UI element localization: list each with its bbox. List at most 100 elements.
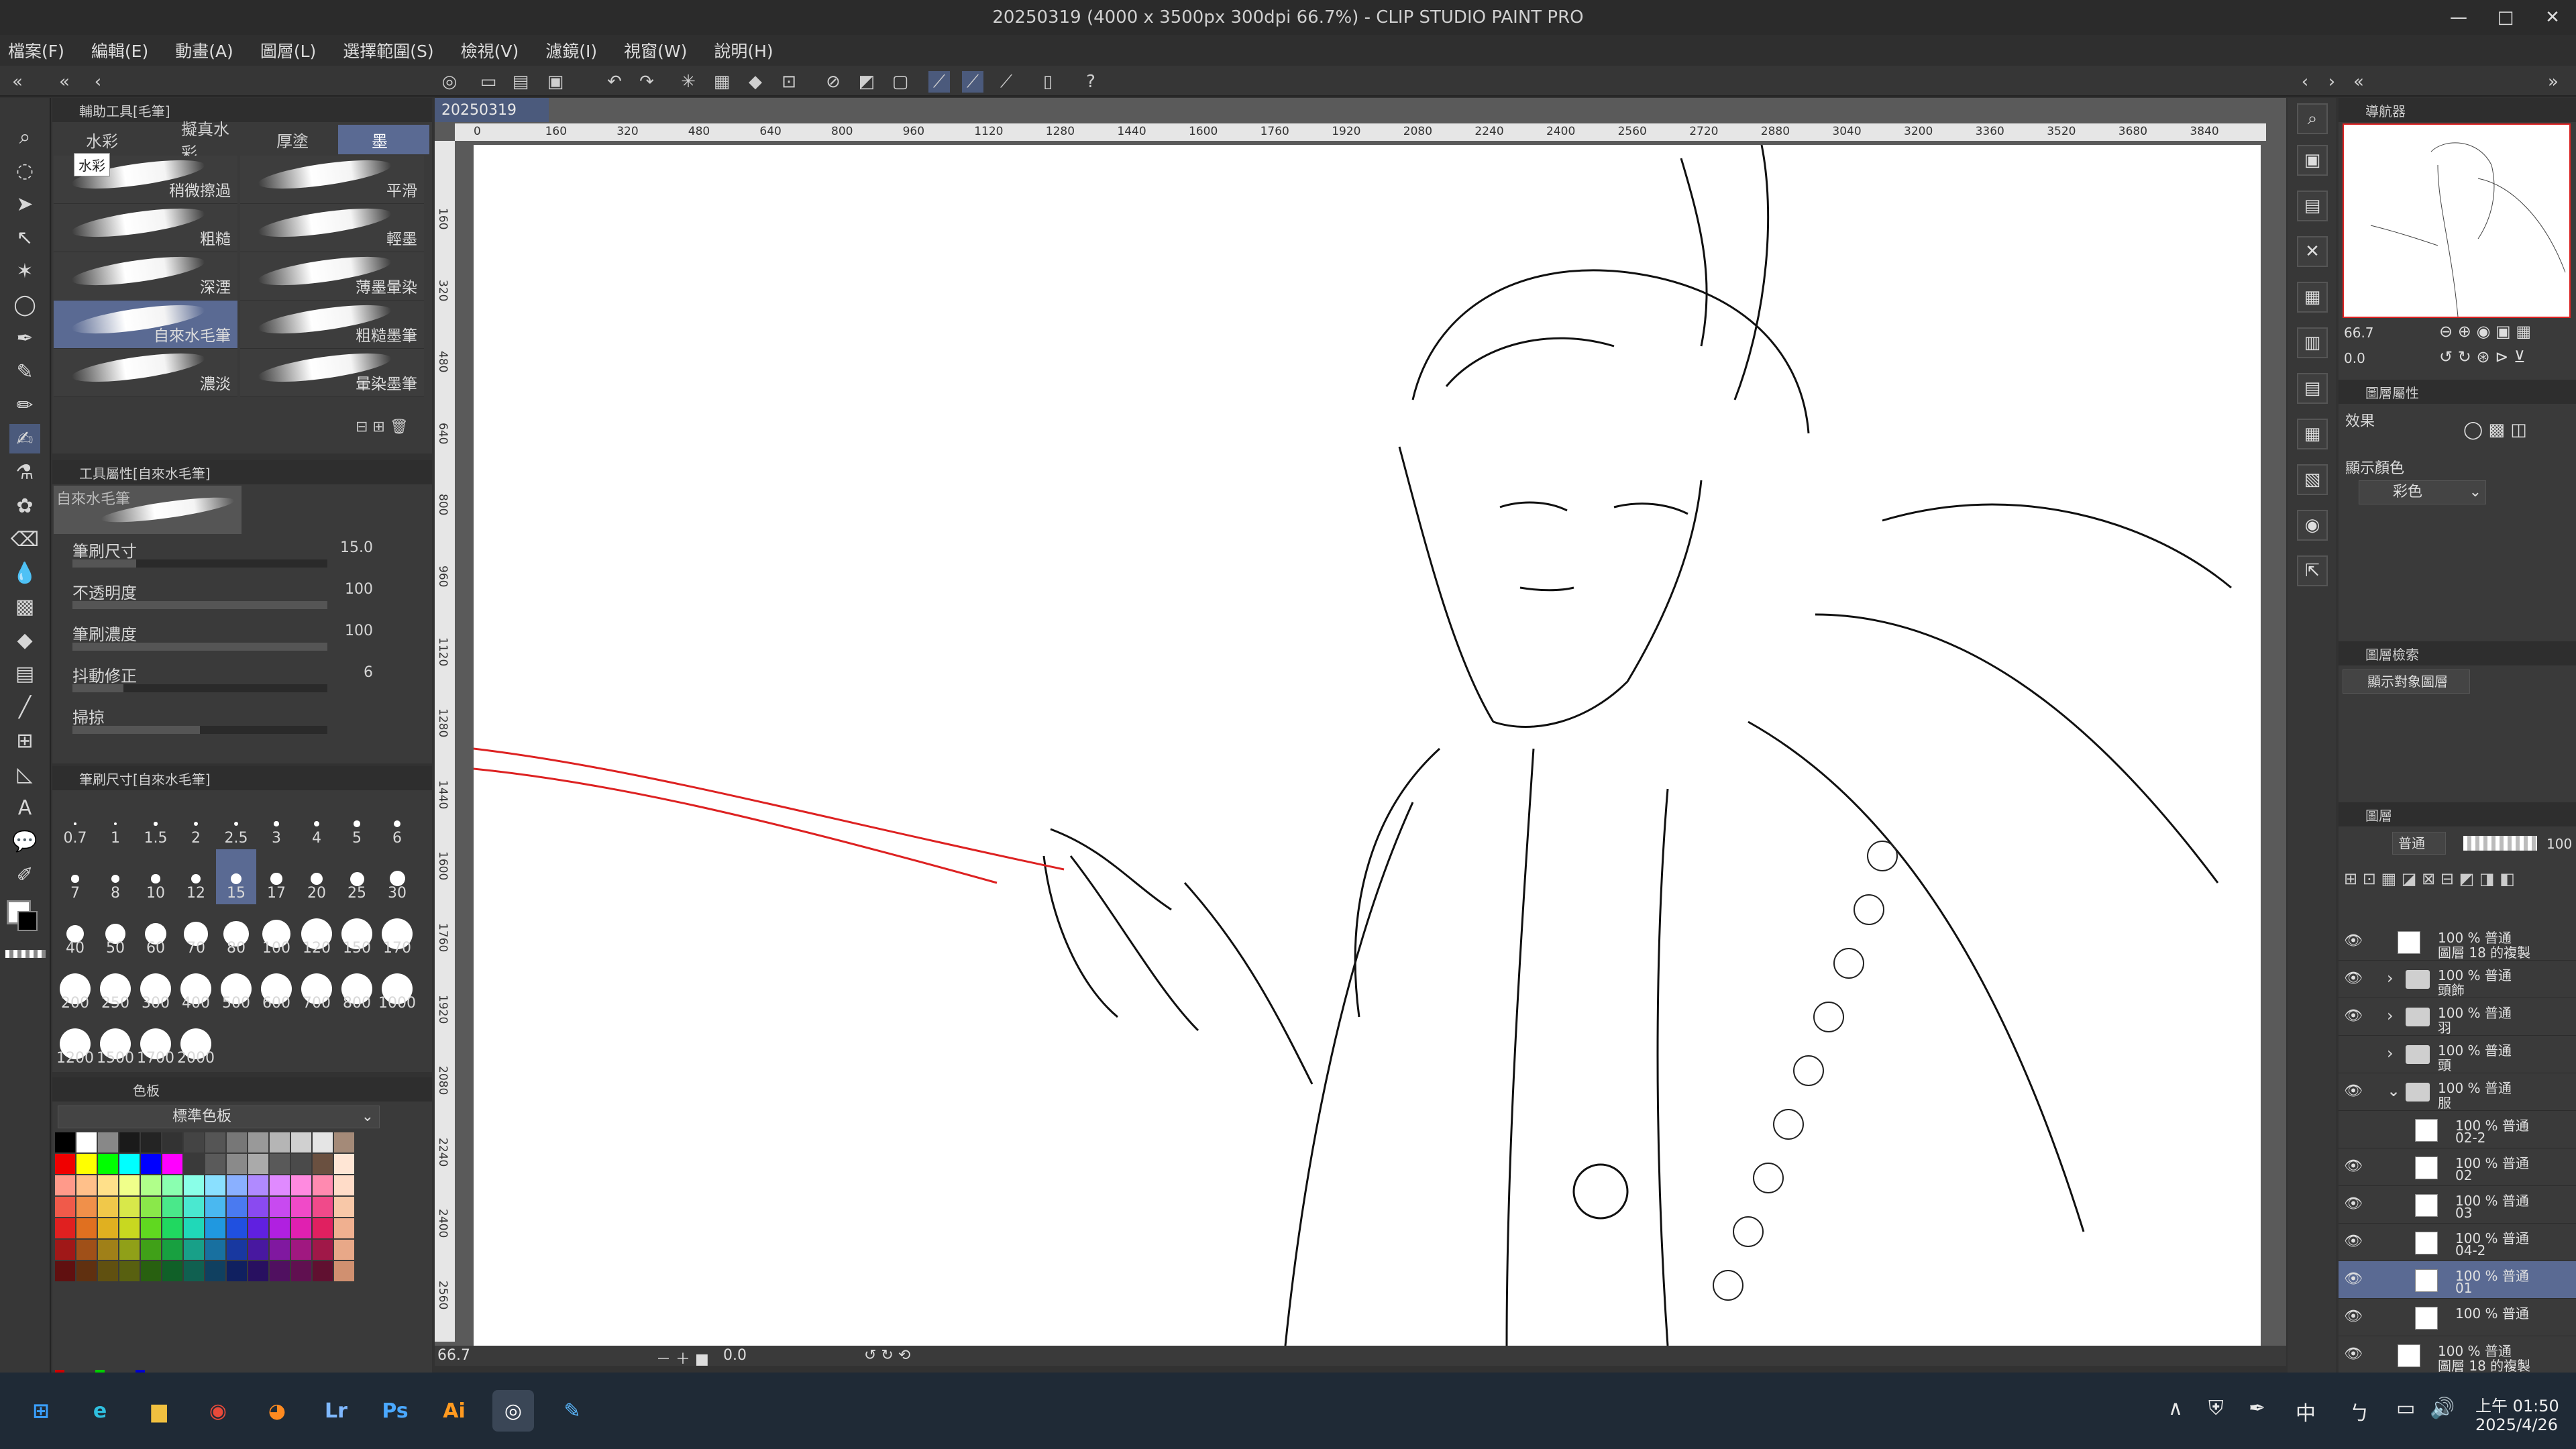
property-row[interactable]: 不透明度 100	[52, 576, 408, 616]
color-swatch[interactable]	[98, 1261, 118, 1281]
airbrush-tool-icon[interactable]: ⚗	[9, 458, 40, 487]
shield-icon[interactable]: ⛨	[2208, 1397, 2224, 1420]
pencil-tool-icon[interactable]: ✏	[9, 390, 40, 420]
brush-item[interactable]: 自來水毛筆	[54, 299, 237, 349]
brush-size-item[interactable]: 10	[136, 849, 176, 904]
brush-size-item[interactable]: 0.7	[55, 794, 95, 849]
property-row[interactable]: 筆刷尺寸 15.0	[52, 534, 408, 574]
color-swatch[interactable]	[162, 1218, 182, 1238]
color-swatch[interactable]	[119, 1197, 140, 1217]
brush-size-item[interactable]: 50	[95, 904, 136, 959]
opacity-value[interactable]: 100	[2546, 836, 2572, 852]
color-swatch[interactable]	[141, 1197, 161, 1217]
color-swatch[interactable]	[119, 1240, 140, 1260]
color-swatch[interactable]	[334, 1261, 354, 1281]
color-swatch[interactable]	[270, 1197, 290, 1217]
clock-time[interactable]: 上午 01:50	[2475, 1393, 2559, 1416]
brush-size-item[interactable]: 170	[377, 904, 417, 959]
tablet-icon[interactable]: ▯	[1037, 71, 1059, 93]
snap-ruler-icon[interactable]: ⟋	[928, 71, 950, 93]
color-swatch[interactable]	[205, 1175, 225, 1195]
blend-tool-icon[interactable]: 💧	[9, 558, 40, 588]
ime-indicator[interactable]: 中	[2296, 1397, 2316, 1426]
color-swatch[interactable]	[76, 1132, 97, 1152]
layer-row[interactable]: 👁 100 % 普通 04-2	[2339, 1224, 2576, 1261]
brush-size-item[interactable]: 7	[55, 849, 95, 904]
color-swatch[interactable]	[76, 1175, 97, 1195]
color-swatch[interactable]	[227, 1175, 247, 1195]
color-swatch[interactable]	[248, 1197, 268, 1217]
history-icon[interactable]: ✕	[2297, 236, 2328, 267]
brush-size-item[interactable]: 600	[256, 959, 297, 1014]
new-file-icon[interactable]: ▭	[478, 71, 499, 93]
color-swatch[interactable]	[334, 1240, 354, 1260]
eye-icon[interactable]: 👁	[2344, 1195, 2363, 1212]
navigator-preview[interactable]	[2343, 123, 2571, 318]
eraser-tool-icon[interactable]: ⌫	[9, 525, 40, 554]
brush-size-item[interactable]: 8	[95, 849, 136, 904]
color-swatch[interactable]	[248, 1218, 268, 1238]
color-swatch[interactable]	[98, 1154, 118, 1174]
edge-icon[interactable]: e	[79, 1390, 121, 1432]
color-swatch[interactable]	[227, 1197, 247, 1217]
fill-icon[interactable]: ◆	[745, 71, 766, 93]
minimize-button[interactable]: —	[2435, 0, 2482, 35]
brush-size-item[interactable]: 120	[297, 904, 337, 959]
brush-size-item[interactable]: 400	[176, 959, 216, 1014]
color-swatch[interactable]	[334, 1175, 354, 1195]
clock-date[interactable]: 2025/4/26	[2475, 1415, 2558, 1434]
layer-search-filter[interactable]: 顯示對象圖層	[2343, 669, 2470, 694]
auto-action-icon[interactable]: ▤	[2297, 373, 2328, 404]
color-swatch[interactable]	[55, 1261, 75, 1281]
clear-outside-icon[interactable]: ▦	[711, 71, 733, 93]
balloon-tool-icon[interactable]: 💬	[9, 826, 40, 856]
color-swatch[interactable]	[141, 1132, 161, 1152]
brush-size-item[interactable]: 2000	[176, 1014, 216, 1069]
move-tool-icon[interactable]: ➤	[9, 189, 40, 219]
brush-size-item[interactable]: 200	[55, 959, 95, 1014]
brush-tool-icon[interactable]: ✍	[9, 424, 40, 453]
color-swatch[interactable]	[313, 1197, 333, 1217]
clear-icon[interactable]: ✳	[678, 71, 699, 93]
color-swatch[interactable]	[334, 1132, 354, 1152]
color-swatch[interactable]	[98, 1175, 118, 1195]
property-slider[interactable]	[72, 726, 327, 734]
menu-animation[interactable]: 動畫(A)	[175, 38, 233, 62]
brush-size-item[interactable]: 60	[136, 904, 176, 959]
color-swatch[interactable]	[291, 1175, 311, 1195]
expand-right-icon[interactable]: »	[2542, 71, 2564, 93]
pen-icon[interactable]: ✒	[2249, 1397, 2265, 1420]
brush-item[interactable]: 薄墨暈染	[240, 251, 424, 301]
color-swatch[interactable]	[162, 1261, 182, 1281]
color-swatch[interactable]	[184, 1240, 204, 1260]
opacity-slider[interactable]	[2463, 836, 2537, 851]
chrome-icon[interactable]: ◉	[197, 1390, 239, 1432]
eye-icon[interactable]: 👁	[2344, 1008, 2363, 1024]
menu-help[interactable]: 說明(H)	[714, 38, 773, 62]
color-swatch[interactable]	[291, 1132, 311, 1152]
color-swatch[interactable]	[119, 1154, 140, 1174]
tab-real-watercolor[interactable]: 擬真水彩	[148, 120, 241, 162]
property-row[interactable]: 掃掠	[52, 700, 408, 741]
brush-item[interactable]: 平滑	[240, 154, 424, 204]
color-swatch[interactable]	[55, 1197, 75, 1217]
color-swatch[interactable]	[162, 1132, 182, 1152]
color-swatch[interactable]	[76, 1261, 97, 1281]
brush-size-item[interactable]: 20	[297, 849, 337, 904]
brush-size-item[interactable]: 3	[256, 794, 297, 849]
brush-size-item[interactable]: 15	[216, 849, 256, 904]
color-swatch[interactable]	[205, 1240, 225, 1260]
layer-row[interactable]: 👁 › 100 % 普通羽	[2339, 998, 2576, 1036]
color-swatch[interactable]	[98, 1132, 118, 1152]
color-swatch[interactable]	[248, 1240, 268, 1260]
brush-size-item[interactable]: 40	[55, 904, 95, 959]
operation-tool-icon[interactable]: ↖	[9, 223, 40, 252]
color-swatch[interactable]	[227, 1240, 247, 1260]
eye-icon[interactable]: 👁	[2344, 1308, 2363, 1325]
color-swatch[interactable]	[184, 1261, 204, 1281]
brush-size-item[interactable]: 80	[216, 904, 256, 959]
color-swatch[interactable]	[55, 1175, 75, 1195]
brush-item[interactable]: 粗糙墨筆	[240, 299, 424, 349]
arrow-right-icon-right[interactable]: ›	[2321, 71, 2343, 93]
sub-color-swatch[interactable]	[17, 911, 38, 931]
